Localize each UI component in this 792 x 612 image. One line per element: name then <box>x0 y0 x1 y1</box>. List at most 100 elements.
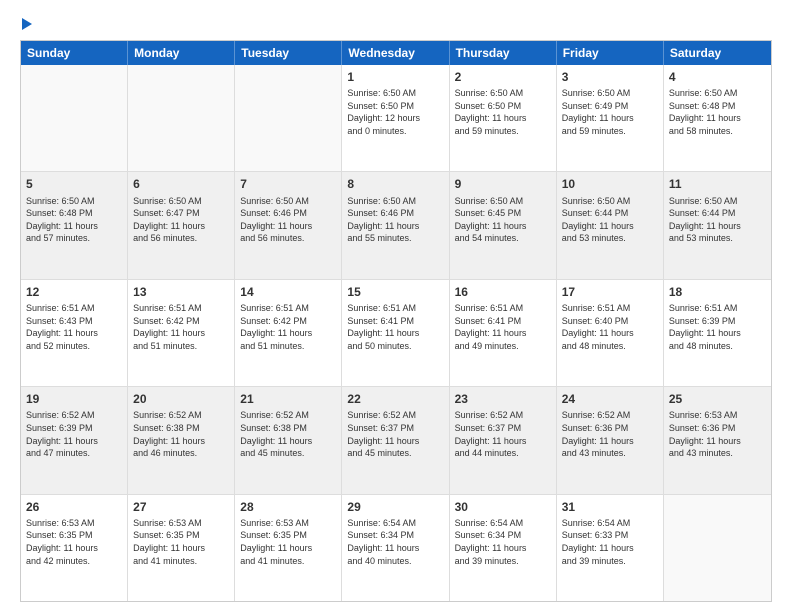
day-number: 29 <box>347 499 443 515</box>
day-number: 7 <box>240 176 336 192</box>
cell-info: Sunrise: 6:50 AM Sunset: 6:47 PM Dayligh… <box>133 195 229 245</box>
calendar-cell: 21Sunrise: 6:52 AM Sunset: 6:38 PM Dayli… <box>235 387 342 493</box>
day-number: 21 <box>240 391 336 407</box>
day-number: 30 <box>455 499 551 515</box>
calendar-cell <box>235 65 342 171</box>
day-number: 9 <box>455 176 551 192</box>
calendar-cell: 30 Sunrise: 6:54 AM Sunset: 6:34 PM Dayli… <box>450 495 557 601</box>
day-number: 13 <box>133 284 229 300</box>
cell-info: Sunrise: 6:50 AM Sunset: 6:48 PM Dayligh… <box>669 87 766 137</box>
calendar-cell: 28 Sunrise: 6:53 AM Sunset: 6:35 PM Dayli… <box>235 495 342 601</box>
cell-info: Sunrise: 6:54 AM Sunset: 6:33 PM Dayligh… <box>562 517 658 567</box>
calendar-row-4: 26 Sunrise: 6:53 AM Sunset: 6:35 PM Dayli… <box>21 495 771 601</box>
calendar-cell <box>128 65 235 171</box>
calendar-row-3: 19 Sunrise: 6:52 AM Sunset: 6:39 PM Dayli… <box>21 387 771 494</box>
day-number: 4 <box>669 69 766 85</box>
calendar-cell: 6 Sunrise: 6:50 AM Sunset: 6:47 PM Daylig… <box>128 172 235 278</box>
calendar-cell: 15 Sunrise: 6:51 AM Sunset: 6:41 PM Dayli… <box>342 280 449 386</box>
cell-info: Sunrise: 6:50 AM Sunset: 6:49 PM Dayligh… <box>562 87 658 137</box>
cell-info: Sunrise: 6:52 AM Sunset: 6:39 PM Dayligh… <box>26 409 122 459</box>
calendar-cell: 23 Sunrise: 6:52 AM Sunset: 6:37 PM Dayli… <box>450 387 557 493</box>
day-number: 22 <box>347 391 443 407</box>
logo <box>20 18 32 30</box>
cell-info: Sunrise: 6:53 AM Sunset: 6:35 PM Dayligh… <box>240 517 336 567</box>
calendar-cell: 10Sunrise: 6:50 AM Sunset: 6:44 PM Dayli… <box>557 172 664 278</box>
calendar-cell: 31 Sunrise: 6:54 AM Sunset: 6:33 PM Dayli… <box>557 495 664 601</box>
cell-info: Sunrise: 6:51 AM Sunset: 6:40 PM Dayligh… <box>562 302 658 352</box>
calendar-cell: 13 Sunrise: 6:51 AM Sunset: 6:42 PM Dayli… <box>128 280 235 386</box>
day-number: 17 <box>562 284 658 300</box>
cell-info: Sunrise: 6:50 AM Sunset: 6:50 PM Dayligh… <box>347 87 443 137</box>
cell-info: Sunrise: 6:52 AM Sunset: 6:36 PM Dayligh… <box>562 409 658 459</box>
cell-info: Sunrise: 6:51 AM Sunset: 6:41 PM Dayligh… <box>347 302 443 352</box>
day-number: 2 <box>455 69 551 85</box>
calendar-cell: 17 Sunrise: 6:51 AM Sunset: 6:40 PM Dayli… <box>557 280 664 386</box>
day-number: 23 <box>455 391 551 407</box>
calendar-cell: 2 Sunrise: 6:50 AM Sunset: 6:50 PM Daylig… <box>450 65 557 171</box>
day-number: 10 <box>562 176 658 192</box>
day-number: 25 <box>669 391 766 407</box>
day-header-wednesday: Wednesday <box>342 41 449 65</box>
day-number: 15 <box>347 284 443 300</box>
calendar-cell: 3Sunrise: 6:50 AM Sunset: 6:49 PM Daylig… <box>557 65 664 171</box>
calendar-body: 1Sunrise: 6:50 AM Sunset: 6:50 PM Daylig… <box>21 65 771 601</box>
cell-info: Sunrise: 6:54 AM Sunset: 6:34 PM Dayligh… <box>347 517 443 567</box>
calendar-cell: 22 Sunrise: 6:52 AM Sunset: 6:37 PM Dayli… <box>342 387 449 493</box>
cell-info: Sunrise: 6:50 AM Sunset: 6:44 PM Dayligh… <box>669 195 766 245</box>
day-number: 12 <box>26 284 122 300</box>
calendar-cell: 5Sunrise: 6:50 AM Sunset: 6:48 PM Daylig… <box>21 172 128 278</box>
calendar-cell: 19 Sunrise: 6:52 AM Sunset: 6:39 PM Dayli… <box>21 387 128 493</box>
day-number: 19 <box>26 391 122 407</box>
calendar-cell <box>21 65 128 171</box>
day-number: 14 <box>240 284 336 300</box>
calendar-cell <box>664 495 771 601</box>
cell-info: Sunrise: 6:50 AM Sunset: 6:50 PM Dayligh… <box>455 87 551 137</box>
day-header-monday: Monday <box>128 41 235 65</box>
calendar-cell: 20Sunrise: 6:52 AM Sunset: 6:38 PM Dayli… <box>128 387 235 493</box>
cell-info: Sunrise: 6:53 AM Sunset: 6:35 PM Dayligh… <box>26 517 122 567</box>
header <box>20 18 772 30</box>
day-number: 26 <box>26 499 122 515</box>
calendar-cell: 4 Sunrise: 6:50 AM Sunset: 6:48 PM Daylig… <box>664 65 771 171</box>
page: SundayMondayTuesdayWednesdayThursdayFrid… <box>0 0 792 612</box>
calendar-cell: 29 Sunrise: 6:54 AM Sunset: 6:34 PM Dayli… <box>342 495 449 601</box>
calendar-cell: 27Sunrise: 6:53 AM Sunset: 6:35 PM Dayli… <box>128 495 235 601</box>
calendar-cell: 9 Sunrise: 6:50 AM Sunset: 6:45 PM Daylig… <box>450 172 557 278</box>
day-number: 28 <box>240 499 336 515</box>
day-number: 11 <box>669 176 766 192</box>
cell-info: Sunrise: 6:53 AM Sunset: 6:36 PM Dayligh… <box>669 409 766 459</box>
calendar-cell: 12 Sunrise: 6:51 AM Sunset: 6:43 PM Dayli… <box>21 280 128 386</box>
calendar-cell: 18 Sunrise: 6:51 AM Sunset: 6:39 PM Dayli… <box>664 280 771 386</box>
cell-info: Sunrise: 6:52 AM Sunset: 6:37 PM Dayligh… <box>455 409 551 459</box>
calendar-row-0: 1Sunrise: 6:50 AM Sunset: 6:50 PM Daylig… <box>21 65 771 172</box>
day-number: 8 <box>347 176 443 192</box>
calendar-row-2: 12 Sunrise: 6:51 AM Sunset: 6:43 PM Dayli… <box>21 280 771 387</box>
cell-info: Sunrise: 6:53 AM Sunset: 6:35 PM Dayligh… <box>133 517 229 567</box>
cell-info: Sunrise: 6:50 AM Sunset: 6:46 PM Dayligh… <box>347 195 443 245</box>
day-number: 24 <box>562 391 658 407</box>
cell-info: Sunrise: 6:50 AM Sunset: 6:45 PM Dayligh… <box>455 195 551 245</box>
calendar-cell: 26 Sunrise: 6:53 AM Sunset: 6:35 PM Dayli… <box>21 495 128 601</box>
cell-info: Sunrise: 6:52 AM Sunset: 6:38 PM Dayligh… <box>133 409 229 459</box>
day-header-friday: Friday <box>557 41 664 65</box>
calendar-cell: 1Sunrise: 6:50 AM Sunset: 6:50 PM Daylig… <box>342 65 449 171</box>
cell-info: Sunrise: 6:54 AM Sunset: 6:34 PM Dayligh… <box>455 517 551 567</box>
day-header-sunday: Sunday <box>21 41 128 65</box>
calendar: SundayMondayTuesdayWednesdayThursdayFrid… <box>20 40 772 602</box>
calendar-cell: 25 Sunrise: 6:53 AM Sunset: 6:36 PM Dayli… <box>664 387 771 493</box>
cell-info: Sunrise: 6:51 AM Sunset: 6:42 PM Dayligh… <box>133 302 229 352</box>
cell-info: Sunrise: 6:51 AM Sunset: 6:43 PM Dayligh… <box>26 302 122 352</box>
day-header-saturday: Saturday <box>664 41 771 65</box>
cell-info: Sunrise: 6:50 AM Sunset: 6:48 PM Dayligh… <box>26 195 122 245</box>
day-header-thursday: Thursday <box>450 41 557 65</box>
calendar-row-1: 5Sunrise: 6:50 AM Sunset: 6:48 PM Daylig… <box>21 172 771 279</box>
cell-info: Sunrise: 6:50 AM Sunset: 6:46 PM Dayligh… <box>240 195 336 245</box>
day-number: 18 <box>669 284 766 300</box>
day-number: 6 <box>133 176 229 192</box>
day-number: 16 <box>455 284 551 300</box>
day-header-tuesday: Tuesday <box>235 41 342 65</box>
cell-info: Sunrise: 6:51 AM Sunset: 6:39 PM Dayligh… <box>669 302 766 352</box>
cell-info: Sunrise: 6:52 AM Sunset: 6:37 PM Dayligh… <box>347 409 443 459</box>
logo-arrow-icon <box>22 18 32 30</box>
day-number: 31 <box>562 499 658 515</box>
